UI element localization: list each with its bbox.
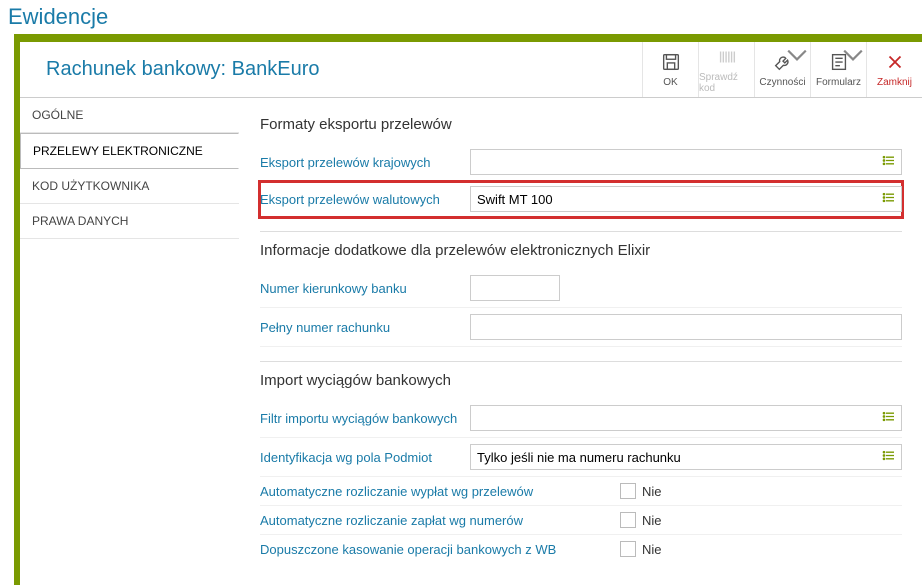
auto-deposit-label: Automatyczne rozliczanie zapłat wg numer… bbox=[260, 513, 620, 528]
field-foreign-export: Eksport przelewów walutowych bbox=[260, 182, 902, 217]
foreign-export-label: Eksport przelewów walutowych bbox=[260, 192, 470, 207]
barcode-icon bbox=[716, 46, 738, 68]
close-button[interactable]: Zamknij bbox=[866, 42, 922, 97]
auto-pay-checkbox[interactable] bbox=[620, 483, 636, 499]
form-label: Formularz bbox=[816, 77, 861, 88]
content: Formaty eksportu przelewów Eksport przel… bbox=[240, 98, 922, 585]
field-ident: Identyfikacja wg pola Podmiot bbox=[260, 438, 902, 477]
auto-deposit-checkbox[interactable] bbox=[620, 512, 636, 528]
sidebar-item-data-rights[interactable]: PRAWA DANYCH bbox=[20, 204, 239, 239]
check-code-label: Sprawdź kod bbox=[699, 72, 754, 94]
section-import-title: Import wyciągów bankowych bbox=[260, 372, 902, 389]
ident-input[interactable] bbox=[470, 444, 902, 470]
sidebar: OGÓLNE PRZELEWY ELEKTRONICZNE KOD UŻYTKO… bbox=[20, 98, 240, 585]
section-import: Import wyciągów bankowych Filtr importu … bbox=[260, 361, 902, 569]
delete-label: Dopuszczone kasowanie operacji bankowych… bbox=[260, 542, 620, 557]
close-label: Zamknij bbox=[877, 77, 912, 88]
account-label: Pełny numer rachunku bbox=[260, 320, 470, 335]
delete-checkbox[interactable] bbox=[620, 541, 636, 557]
ok-label: OK bbox=[663, 77, 677, 88]
dropdown-icon bbox=[786, 44, 808, 66]
field-import-filter: Filtr importu wyciągów bankowych bbox=[260, 399, 902, 438]
import-filter-input[interactable] bbox=[470, 405, 902, 431]
field-auto-pay: Automatyczne rozliczanie wypłat wg przel… bbox=[260, 477, 902, 506]
field-account: Pełny numer rachunku bbox=[260, 308, 902, 347]
auto-pay-value: Nie bbox=[642, 484, 662, 499]
check-code-button: Sprawdź kod bbox=[698, 42, 754, 97]
domestic-export-input[interactable] bbox=[470, 149, 902, 175]
save-icon bbox=[660, 51, 682, 73]
toolbar: OK Sprawdź kod Czynności Formularz bbox=[642, 42, 922, 97]
ident-label: Identyfikacja wg pola Podmiot bbox=[260, 450, 470, 465]
dropdown-icon bbox=[842, 44, 864, 66]
form-title: Rachunek bankowy: BankEuro bbox=[46, 42, 320, 97]
bank-code-input[interactable] bbox=[470, 275, 560, 301]
domestic-export-label: Eksport przelewów krajowych bbox=[260, 155, 470, 170]
field-delete: Dopuszczone kasowanie operacji bankowych… bbox=[260, 535, 902, 563]
sidebar-item-user-code[interactable]: KOD UŻYTKOWNIKA bbox=[20, 169, 239, 204]
section-elixir: Informacje dodatkowe dla przelewów elekt… bbox=[260, 231, 902, 353]
section-export: Formaty eksportu przelewów Eksport przel… bbox=[260, 106, 902, 223]
actions-label: Czynności bbox=[759, 77, 805, 88]
auto-deposit-value: Nie bbox=[642, 513, 662, 528]
section-export-title: Formaty eksportu przelewów bbox=[260, 116, 902, 133]
foreign-export-input[interactable] bbox=[470, 186, 902, 212]
ok-button[interactable]: OK bbox=[642, 42, 698, 97]
form-button[interactable]: Formularz bbox=[810, 42, 866, 97]
close-icon bbox=[884, 51, 906, 73]
field-auto-deposit: Automatyczne rozliczanie zapłat wg numer… bbox=[260, 506, 902, 535]
form-header: Rachunek bankowy: BankEuro OK Sprawdź ko… bbox=[20, 42, 922, 98]
form-container: Rachunek bankowy: BankEuro OK Sprawdź ko… bbox=[14, 42, 922, 585]
bank-code-label: Numer kierunkowy banku bbox=[260, 281, 470, 296]
field-domestic-export: Eksport przelewów krajowych bbox=[260, 143, 902, 182]
delete-value: Nie bbox=[642, 542, 662, 557]
accent-bar bbox=[14, 34, 922, 42]
section-elixir-title: Informacje dodatkowe dla przelewów elekt… bbox=[260, 242, 902, 259]
sidebar-item-general[interactable]: OGÓLNE bbox=[20, 98, 239, 133]
import-filter-label: Filtr importu wyciągów bankowych bbox=[260, 411, 470, 426]
auto-pay-label: Automatyczne rozliczanie wypłat wg przel… bbox=[260, 484, 620, 499]
account-input[interactable] bbox=[470, 314, 902, 340]
actions-button[interactable]: Czynności bbox=[754, 42, 810, 97]
sidebar-item-transfers[interactable]: PRZELEWY ELEKTRONICZNE bbox=[20, 133, 239, 169]
field-bank-code: Numer kierunkowy banku bbox=[260, 269, 902, 308]
page-title: Ewidencje bbox=[0, 0, 922, 34]
